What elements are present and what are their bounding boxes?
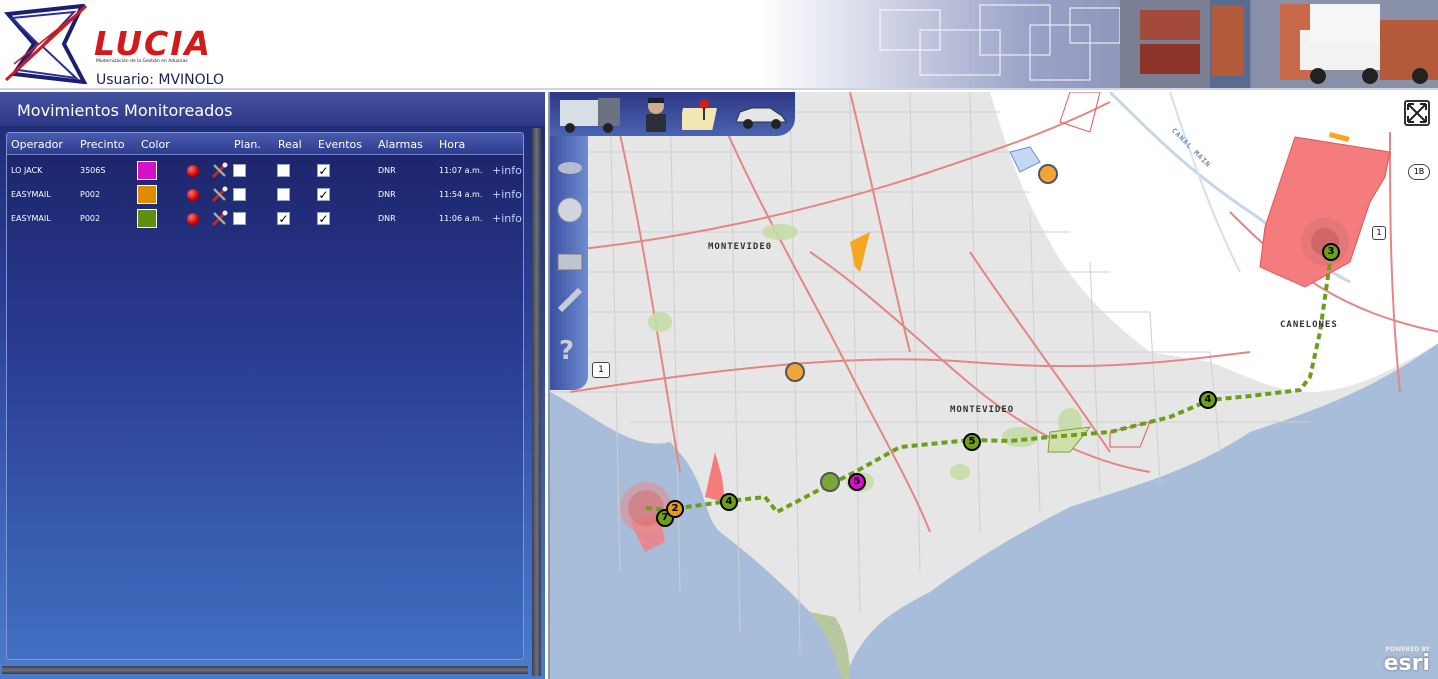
help-icon[interactable]: ? [559,336,574,366]
column-precinto[interactable]: Precinto [80,138,125,151]
no-entry-icon[interactable] [1038,164,1058,184]
user-label: Usuario: MVINOLO [96,72,224,88]
column-color[interactable]: Color [141,138,170,151]
alarm-dot-icon[interactable] [187,165,199,177]
alarm-dot-icon[interactable] [187,213,199,225]
route-marker[interactable]: 2 [666,500,684,518]
column-operador[interactable]: Operador [11,138,63,151]
tools-icon[interactable] [210,162,228,180]
info-link[interactable]: +info [492,164,522,177]
color-swatch[interactable] [137,161,157,180]
real-checkbox[interactable]: ✓ [277,212,290,225]
hora-cell: 11:54 a.m. [439,190,483,199]
hora-cell: 11:07 a.m. [439,166,483,175]
app-header: LUCIA Modernización de la Gestión en Adu… [0,0,1438,90]
plan-checkbox[interactable] [233,188,246,201]
globe-icon[interactable] [556,196,584,224]
column-plan[interactable]: Plan. [234,138,261,151]
real-checkbox[interactable] [277,164,290,177]
map-pin-icon[interactable] [682,94,726,134]
esri-text: esri [1383,651,1430,676]
precinto-cell: P002 [80,214,101,223]
movements-grid: Operador Precinto Color Plan. Real Event… [6,132,524,660]
info-link[interactable]: +info [492,188,522,201]
real-checkbox[interactable] [277,188,290,201]
column-hora[interactable]: Hora [439,138,465,151]
route-marker[interactable]: 4 [720,493,738,511]
map-side-tools: ? [550,136,588,390]
no-entry-icon[interactable] [785,362,805,382]
info-link[interactable]: +info [492,212,522,225]
police-car-icon[interactable] [730,94,790,134]
officer-icon[interactable] [636,94,676,134]
color-swatch[interactable] [137,185,157,204]
map-view[interactable]: ? MONTEVIDE0 MONTEVIDEO CANELONES CANAL … [548,92,1438,679]
ruler-icon[interactable] [556,286,584,314]
map-toolbar [550,92,795,136]
tools-icon[interactable] [210,210,228,228]
road-shield: 1 [1372,226,1386,240]
banner-image [760,0,1438,88]
alarmas-cell: DNR [378,190,396,199]
esri-logo: POWERED BY esri [1384,646,1430,675]
operador-cell: EASYMAIL [11,214,51,223]
tools-icon[interactable] [210,186,228,204]
plan-checkbox[interactable] [233,164,246,177]
truck-icon[interactable] [554,94,624,134]
route-marker[interactable]: 5 [848,473,866,491]
monitored-movements-panel: Movimientos Monitoreados Operador Precin… [0,92,545,679]
lucia-logo-icon [4,4,88,84]
plan-checkbox[interactable] [233,212,246,225]
table-row[interactable]: EASYMAIL P002 ✓ ✓ DNR 11:06 a.m. +info [7,207,523,229]
column-alarmas[interactable]: Alarmas [378,138,423,151]
color-swatch[interactable] [137,209,157,228]
toolbox-icon[interactable] [556,246,584,274]
alarm-dot-icon[interactable] [187,189,199,201]
eventos-checkbox[interactable]: ✓ [317,188,330,201]
map-canvas[interactable] [550,92,1438,679]
operador-cell: LO JACK [11,166,43,175]
vertical-scrollbar[interactable] [532,128,541,676]
no-entry-icon[interactable] [820,472,840,492]
fullscreen-icon[interactable] [1404,100,1430,126]
brand-subtitle: Modernización de la Gestión en Aduanas [96,59,188,64]
brand-name: LUCIA [94,24,213,63]
map-label-canelones: CANELONES [1280,320,1338,330]
column-eventos[interactable]: Eventos [318,138,362,151]
map-label-montevideo0: MONTEVIDE0 [708,242,773,252]
horizontal-scrollbar[interactable] [2,666,528,674]
alarmas-cell: DNR [378,166,396,175]
road-shield: 1 [592,362,610,378]
alarmas-cell: DNR [378,214,396,223]
operador-cell: EASYMAIL [11,190,51,199]
route-marker[interactable]: 3 [1322,243,1340,261]
eventos-checkbox[interactable]: ✓ [317,212,330,225]
table-row[interactable]: EASYMAIL P002 ✓ DNR 11:54 a.m. +info [7,183,523,205]
eventos-checkbox[interactable]: ✓ [317,164,330,177]
road-shield: 1B [1408,164,1430,180]
precinto-cell: 3506S [80,166,106,175]
map-label-montevideo: MONTEVIDEO [950,405,1015,415]
hora-cell: 11:06 a.m. [439,214,483,223]
precinto-cell: P002 [80,190,101,199]
column-real[interactable]: Real [278,138,302,151]
route-marker[interactable]: 4 [1199,391,1217,409]
panel-title: Movimientos Monitoreados [0,92,545,126]
route-marker[interactable]: 5 [963,433,981,451]
grid-header: Operador Precinto Color Plan. Real Event… [7,133,523,155]
table-row[interactable]: LO JACK 3506S ✓ DNR 11:07 a.m. +info [7,159,523,181]
layers-icon[interactable] [556,154,584,182]
